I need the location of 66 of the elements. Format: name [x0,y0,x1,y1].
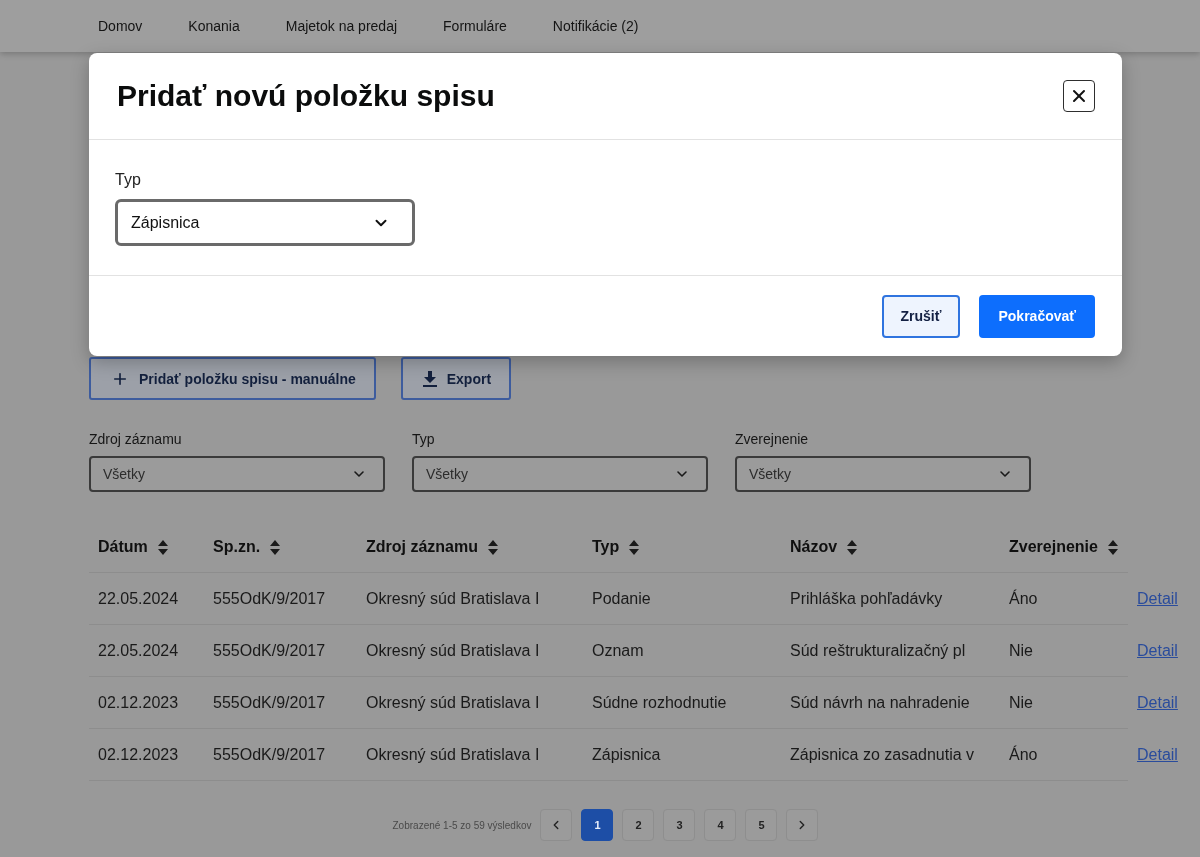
nav-link[interactable]: Domov [98,18,143,34]
filter-label: Zdroj záznamu [89,431,182,447]
page-button[interactable]: 3 [663,809,696,841]
cancel-button[interactable]: Zrušiť [881,294,961,338]
page-button[interactable]: 4 [704,809,737,841]
column-header: Typ [592,538,620,556]
dialog-title: Pridať novú položku spisu [117,79,495,113]
table-cell: Áno [1009,745,1038,764]
nav-link[interactable]: Konania [188,18,240,34]
table-cell: Súd návrh na nahradenie [790,693,970,712]
table-cell: 555OdK/9/2017 [213,589,326,608]
table-cell: 555OdK/9/2017 [213,745,326,764]
table-cell: Nie [1009,693,1033,712]
nav-link[interactable]: Formuláre [443,18,507,34]
table-cell: Zápisnica [592,745,661,764]
table-cell: Okresný súd Bratislava I [366,693,540,712]
sort-icon[interactable] [847,539,858,555]
table-cell: Okresný súd Bratislava I [366,589,540,608]
table-cell: 555OdK/9/2017 [213,693,326,712]
nav-link[interactable]: Majetok na predaj [285,18,398,34]
page-button[interactable]: 1 [581,809,614,841]
column-header: Názov [790,538,838,556]
download-icon [422,370,437,387]
table-cell: 22.05.2024 [98,589,179,608]
table-cell: 22.05.2024 [98,641,179,660]
table-cell: Súdne rozhodnutie [592,693,727,712]
select-value: Zápisnica [131,213,200,232]
field-label: Typ [115,171,141,189]
column-header: Zverejnenie [1009,538,1098,556]
sort-icon[interactable] [488,539,498,555]
page-button[interactable]: 5 [745,809,778,841]
table-cell: 555OdK/9/2017 [213,641,326,660]
table-cell: Oznam [592,641,644,660]
column-header: Dátum [98,538,148,556]
column-header: Zdroj záznamu [366,538,478,556]
table-cell: Súd reštrukturalizačný pl [790,641,966,660]
type-select[interactable]: Zápisnica [115,199,415,246]
sort-icon[interactable] [157,539,168,555]
filter-select[interactable]: Všetky [89,456,385,492]
filter-select[interactable]: Všetky [412,456,708,492]
sort-icon[interactable] [1107,539,1118,555]
table-cell: Nie [1009,641,1033,660]
sort-icon[interactable] [270,539,281,555]
table-cell: Áno [1009,589,1038,608]
results-summary: Zobrazené 1-5 zo 59 výsledkov [392,819,532,831]
table-cell: Zápisnica zo zasadnutia v [790,745,975,764]
table-cell: Okresný súd Bratislava I [366,745,540,764]
table-cell: Okresný súd Bratislava I [366,641,540,660]
select-value: Všetky [103,466,145,482]
select-value: Všetky [749,466,791,482]
add-item-button[interactable]: Pridať položku spisu - manuálne [89,357,376,400]
filter-select[interactable]: Všetky [735,456,1031,492]
table-cell: Prihláška pohľadávky [790,589,943,608]
column-header: Sp.zn. [213,538,261,556]
table-cell: 02.12.2023 [98,745,179,764]
table-cell: Podanie [592,589,651,608]
select-value: Všetky [426,466,468,482]
sort-icon[interactable] [629,539,640,555]
filter-label: Zverejnenie [735,431,809,447]
nav-link[interactable]: Notifikácie (2) [552,18,639,34]
page-button[interactable]: 2 [622,809,655,841]
filter-label: Typ [412,431,435,447]
close-button[interactable] [1063,80,1095,112]
continue-button[interactable]: Pokračovať [979,294,1095,338]
table-cell: 02.12.2023 [98,693,179,712]
export-button[interactable]: Export [400,357,512,400]
